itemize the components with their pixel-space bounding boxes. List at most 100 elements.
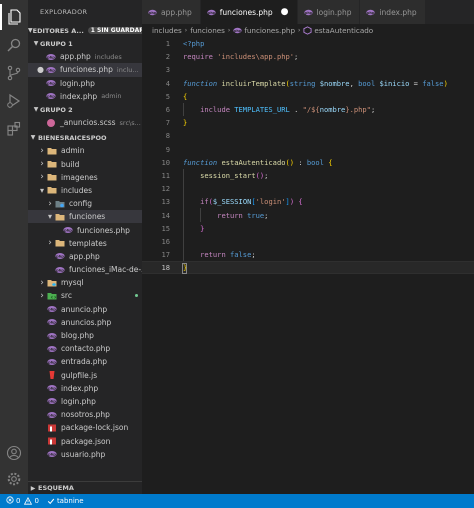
open-editors-section-header[interactable]: ▼ EDITORES A... 1 SIN GUARDAR bbox=[28, 24, 142, 37]
file-item[interactable]: php usuario.php bbox=[28, 448, 142, 461]
unsaved-dot-icon[interactable]: ● bbox=[281, 7, 289, 17]
breadcrumb-item[interactable]: funciones bbox=[190, 26, 225, 35]
folder-item[interactable]: › build bbox=[28, 158, 142, 171]
tab-login[interactable]: php login.php bbox=[297, 0, 361, 24]
status-bar: 0 0 tabnine bbox=[0, 494, 474, 508]
file-item[interactable]: php contacto.php bbox=[28, 342, 142, 355]
open-editor-item[interactable]: php index.php admin bbox=[28, 90, 142, 103]
code-token: () bbox=[285, 157, 295, 167]
file-item[interactable]: php anuncio.php bbox=[28, 303, 142, 316]
code-text: <?php bbox=[183, 39, 204, 48]
editor-group-header[interactable]: ▼ GRUPO 1 bbox=[28, 37, 142, 50]
breadcrumb-item[interactable]: funciones.php bbox=[244, 26, 295, 35]
file-item[interactable]: php funciones.php bbox=[28, 223, 142, 236]
editor-group-header[interactable]: ▼ GRUPO 2 bbox=[28, 103, 142, 116]
open-editor-item[interactable]: php app.php includes bbox=[28, 50, 142, 63]
svg-text:php: php bbox=[56, 268, 64, 272]
tab-label: funciones.php bbox=[219, 7, 273, 17]
file-item[interactable]: php login.php bbox=[28, 395, 142, 408]
code-token: $nombre bbox=[319, 78, 350, 88]
svg-text:php: php bbox=[64, 228, 72, 232]
folder-icon bbox=[54, 212, 65, 222]
chevron-right-icon: › bbox=[40, 277, 44, 288]
open-editor-item[interactable]: ● php funciones.php inclu... bbox=[28, 63, 142, 77]
folder-item[interactable]: › src bbox=[28, 289, 142, 302]
settings-gear-icon bbox=[6, 471, 22, 487]
run-debug-icon bbox=[6, 93, 22, 109]
file-item[interactable]: package-lock.json bbox=[28, 421, 142, 434]
folder-name: includes bbox=[61, 185, 93, 195]
code-token: } bbox=[183, 118, 188, 128]
open-editor-name: _anuncios.scss bbox=[60, 118, 116, 128]
problems-indicator[interactable]: 0 0 bbox=[6, 496, 39, 506]
file-item[interactable]: php nosotros.php bbox=[28, 408, 142, 421]
files-activity-button[interactable] bbox=[0, 4, 28, 30]
file-item[interactable]: php index.php bbox=[28, 382, 142, 395]
svg-text:php: php bbox=[208, 10, 216, 14]
tabnine-status[interactable]: tabnine bbox=[47, 497, 84, 505]
error-count: 0 bbox=[16, 497, 21, 505]
chevron-down-icon: ▼ bbox=[30, 134, 36, 142]
tab-index[interactable]: php index.php bbox=[360, 0, 426, 24]
settings-gear-activity-button[interactable] bbox=[0, 466, 28, 492]
code-token: include bbox=[200, 105, 235, 115]
code-token: <?php bbox=[183, 39, 205, 49]
folder-item[interactable]: › admin bbox=[28, 144, 142, 157]
code-token: () bbox=[255, 170, 265, 180]
file-item[interactable]: php app.php bbox=[28, 250, 142, 263]
chevron-down-icon: ▾ bbox=[47, 212, 52, 222]
code-token: : bbox=[294, 157, 307, 167]
code-token: ) bbox=[443, 78, 448, 88]
line-number: 18 bbox=[161, 263, 170, 273]
outline-section-header[interactable]: ▶ ESQUEMA bbox=[28, 481, 142, 494]
chevron-down-icon: ▾ bbox=[39, 185, 44, 195]
code-token: return bbox=[200, 250, 230, 260]
line-number: 2 bbox=[165, 52, 170, 62]
svg-text:php: php bbox=[48, 347, 56, 351]
php-icon: php bbox=[54, 265, 65, 275]
file-item[interactable]: gulpfile.js bbox=[28, 369, 142, 382]
breadcrumb-item[interactable]: includes bbox=[152, 26, 182, 35]
file-item[interactable]: php entrada.php bbox=[28, 355, 142, 368]
php-icon: php bbox=[54, 251, 65, 261]
tab-label: app.php bbox=[161, 7, 192, 17]
open-editor-item[interactable]: _anuncios.scss src\s... bbox=[28, 116, 142, 129]
folder-item[interactable]: › imagenes bbox=[28, 171, 142, 184]
chevron-down-icon: ▼ bbox=[33, 40, 39, 48]
line-number: 6 bbox=[165, 105, 170, 115]
file-item[interactable]: php blog.php bbox=[28, 329, 142, 342]
file-item[interactable]: php funciones_iMac-de-... bbox=[28, 263, 142, 276]
open-editor-name: funciones.php bbox=[60, 65, 113, 75]
code-editor[interactable]: 1 <?php 2 require 'includes\app.php'; 3 4 func… bbox=[142, 37, 474, 494]
chevron-right-icon: › bbox=[184, 27, 188, 34]
tab-funciones[interactable]: php funciones.php ● bbox=[200, 0, 298, 24]
extensions-icon bbox=[6, 121, 22, 137]
folder-item[interactable]: › mysql bbox=[28, 276, 142, 289]
open-editor-item[interactable]: php login.php bbox=[28, 77, 142, 90]
file-item[interactable]: php anuncios.php bbox=[28, 316, 142, 329]
svg-text:php: php bbox=[234, 29, 242, 33]
tab-app[interactable]: php app.php bbox=[142, 0, 201, 24]
project-name: BIENESRAICESPOO bbox=[38, 133, 107, 142]
folder-item[interactable]: › config bbox=[28, 197, 142, 210]
breadcrumb-item[interactable]: estaAutenticado bbox=[314, 26, 373, 35]
svg-text:php: php bbox=[47, 95, 55, 99]
code-token: . bbox=[289, 105, 303, 115]
line-number: 5 bbox=[165, 91, 170, 101]
file-item[interactable]: package.json bbox=[28, 434, 142, 447]
code-token: nombre bbox=[319, 105, 346, 115]
run-debug-activity-button[interactable] bbox=[0, 88, 28, 114]
code-text: include TEMPLATES_URL . "/${nombre}.php"… bbox=[183, 105, 375, 114]
svg-text:php: php bbox=[48, 334, 56, 338]
extensions-activity-button[interactable] bbox=[0, 116, 28, 142]
project-section-header[interactable]: ▼ BIENESRAICESPOO bbox=[28, 131, 142, 144]
tab-label: login.php bbox=[316, 7, 352, 17]
folder-item[interactable]: ▾ includes bbox=[28, 184, 142, 197]
source-control-activity-button[interactable] bbox=[0, 60, 28, 86]
folder-item[interactable]: ▾ funciones bbox=[28, 210, 142, 224]
line-number: 4 bbox=[165, 78, 170, 88]
folder-item[interactable]: › templates bbox=[28, 237, 142, 250]
indent-guide bbox=[183, 195, 184, 209]
account-activity-button[interactable] bbox=[0, 440, 28, 466]
search-activity-button[interactable] bbox=[0, 32, 28, 58]
